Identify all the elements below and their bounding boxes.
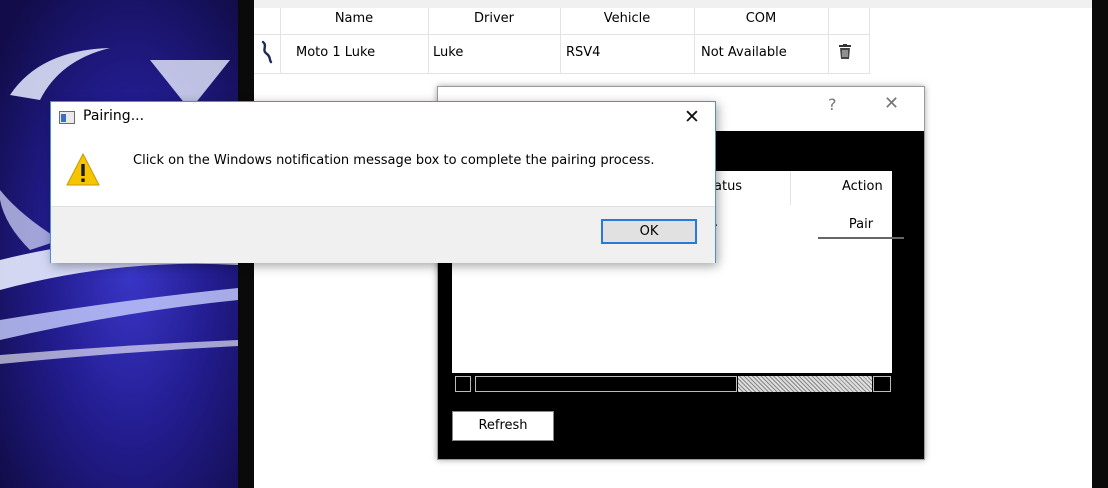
pairing-dialog-body: Click on the Windows notification messag… (51, 132, 715, 206)
pairing-dialog: Pairing... ✕ Click on the Windows notifi… (50, 101, 716, 263)
top-strip (254, 0, 1092, 8)
help-button[interactable]: ? (828, 95, 837, 114)
column-header-com[interactable]: COM (694, 8, 828, 30)
cell-name: Moto 1 Luke (296, 45, 376, 60)
col-divider (869, 8, 870, 73)
col-divider (828, 8, 829, 73)
refresh-button[interactable]: Refresh (452, 411, 554, 441)
column-header-name[interactable]: Name (280, 8, 428, 30)
column-header-vehicle[interactable]: Vehicle (560, 8, 694, 30)
background-dialog-close-button[interactable]: ✕ (884, 93, 899, 114)
pairing-dialog-footer: OK (51, 206, 715, 263)
cell-driver: Luke (433, 45, 464, 60)
link-icon[interactable] (259, 40, 275, 68)
cell-vehicle: RSV4 (566, 45, 601, 60)
pair-button[interactable]: Pair (818, 215, 904, 239)
row-divider (254, 34, 870, 35)
horizontal-scrollbar[interactable] (452, 373, 894, 395)
scroll-track[interactable] (738, 376, 872, 392)
column-header-status[interactable]: atus (714, 179, 742, 194)
pairing-dialog-title: Pairing... (83, 108, 145, 124)
window-edge (1092, 0, 1108, 488)
scroll-thumb[interactable] (475, 376, 737, 392)
pairing-message: Click on the Windows notification messag… (133, 153, 655, 168)
column-header-driver[interactable]: Driver (428, 8, 560, 30)
column-header-action[interactable]: Action (842, 179, 883, 194)
scroll-left-button[interactable] (455, 376, 471, 392)
ok-button[interactable]: OK (601, 219, 697, 244)
pairing-dialog-titlebar[interactable]: Pairing... ✕ (51, 102, 715, 132)
row-divider (254, 73, 870, 74)
cell-com: Not Available (701, 45, 787, 60)
scroll-right-button[interactable] (873, 376, 891, 392)
trash-icon[interactable] (838, 44, 852, 64)
app-window-icon (59, 111, 75, 124)
warning-icon (65, 152, 101, 192)
pairing-dialog-close-button[interactable]: ✕ (684, 106, 700, 128)
col-divider (790, 171, 791, 205)
